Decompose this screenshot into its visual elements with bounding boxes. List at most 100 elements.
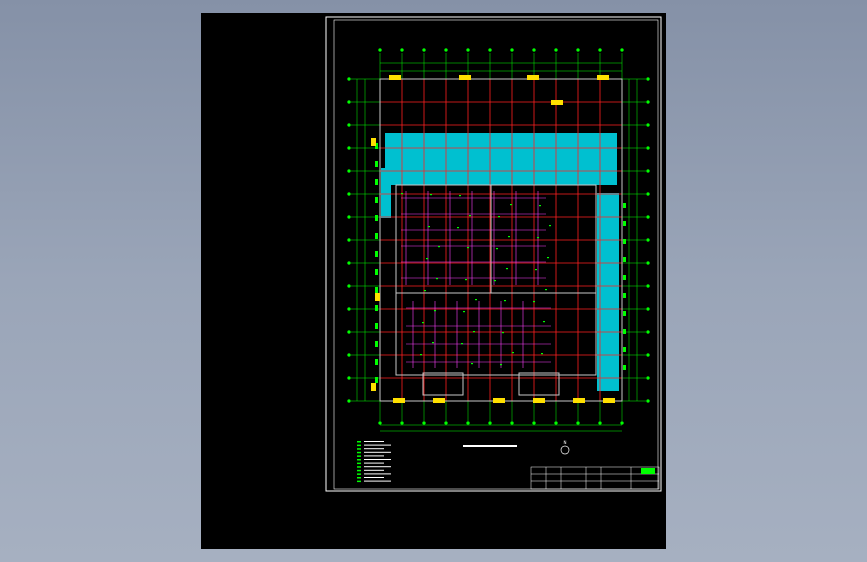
detail-mark <box>461 343 463 345</box>
axis-bubble <box>347 307 351 311</box>
detail-mark <box>545 289 547 291</box>
detail-mark <box>475 299 477 301</box>
side-mark <box>375 269 378 275</box>
yellow-marker <box>393 398 405 403</box>
axis-bubble <box>466 48 470 52</box>
detail-mark <box>510 204 512 206</box>
axis-bubble <box>347 169 351 173</box>
yellow-marker <box>371 383 376 391</box>
detail-mark <box>467 247 469 249</box>
axis-bubble <box>532 421 536 425</box>
yellow-marker <box>493 398 505 403</box>
axis-bubble <box>646 353 650 357</box>
legend-text-line <box>364 477 384 478</box>
detail-mark <box>533 301 535 303</box>
pipe-network <box>401 191 551 368</box>
legend-text-line <box>364 455 384 457</box>
axis-bubble <box>598 421 602 425</box>
axis-bubble <box>347 399 351 403</box>
yellow-marker <box>533 398 545 403</box>
axis-bubble <box>378 421 382 425</box>
detail-mark <box>547 257 549 259</box>
detail-mark <box>436 278 438 280</box>
side-mark <box>623 293 626 298</box>
legend-swatch <box>357 444 361 447</box>
axis-bubble <box>444 48 448 52</box>
legend-swatch <box>357 451 361 454</box>
axis-bubble <box>422 48 426 52</box>
legend-text-line <box>364 466 391 468</box>
yellow-marker <box>527 75 539 80</box>
detail-mark <box>434 310 436 312</box>
axis-bubble <box>510 421 514 425</box>
axis-bubble <box>347 238 351 242</box>
detail-mark <box>424 290 426 292</box>
detail-mark <box>541 353 543 355</box>
legend-swatch <box>357 448 361 450</box>
detail-mark <box>465 279 467 281</box>
side-mark <box>375 233 378 239</box>
side-mark <box>375 323 378 329</box>
axis-bubble <box>422 421 426 425</box>
yellow-marker <box>375 293 380 301</box>
side-mark <box>623 203 626 208</box>
legend-swatch <box>357 473 361 475</box>
detail-mark <box>401 193 403 195</box>
side-mark <box>375 287 378 293</box>
legend-swatch <box>357 480 361 483</box>
axis-bubble <box>646 77 650 81</box>
axis-bubble <box>620 48 624 52</box>
legend-swatch <box>357 477 361 479</box>
detail-mark <box>428 226 430 228</box>
cad-viewport[interactable]: N <box>201 13 666 549</box>
axis-bubble <box>347 192 351 196</box>
detail-mark <box>504 300 506 302</box>
detail-mark <box>496 248 498 250</box>
yellow-marker <box>603 398 615 403</box>
detail-mark <box>494 280 496 282</box>
detail-mark <box>473 331 475 333</box>
axis-bubble <box>510 48 514 52</box>
side-mark <box>375 305 378 311</box>
axis-bubble <box>646 399 650 403</box>
axis-bubble <box>620 421 624 425</box>
legend-text-line <box>364 444 391 446</box>
north-marker-icon <box>560 445 570 455</box>
axis-bubble <box>347 215 351 219</box>
side-mark <box>375 179 378 185</box>
legend-text-line <box>364 480 391 482</box>
axis-bubble <box>646 215 650 219</box>
axis-bubble <box>646 100 650 104</box>
legend-swatch <box>357 459 361 461</box>
legend-text-line <box>364 473 391 475</box>
side-mark <box>623 311 626 316</box>
side-mark <box>623 239 626 244</box>
yellow-marker <box>433 398 445 403</box>
yellow-marker <box>597 75 609 80</box>
detail-mark <box>537 237 539 239</box>
detail-mark <box>469 215 471 217</box>
detail-mark <box>498 216 500 218</box>
axis-bubble <box>532 48 536 52</box>
detail-mark <box>457 227 459 229</box>
yellow-marker <box>551 100 563 105</box>
legend-swatch <box>357 466 361 468</box>
north-marker-label: N <box>564 440 567 445</box>
axis-bubble <box>646 123 650 127</box>
axis-bubble <box>646 238 650 242</box>
floor-plan-drawing: N <box>325 16 662 492</box>
side-mark <box>623 365 626 370</box>
axis-bubble <box>347 261 351 265</box>
side-mark <box>623 347 626 352</box>
detail-mark <box>459 195 461 197</box>
cyan-zone-north <box>385 133 617 185</box>
side-mark <box>375 161 378 167</box>
legend-text-line <box>364 451 391 453</box>
axis-bubble <box>646 192 650 196</box>
axis-bubble <box>400 48 404 52</box>
plan-title-underline <box>463 445 517 447</box>
axis-bubble <box>347 100 351 104</box>
detail-mark <box>438 246 440 248</box>
detail-mark <box>512 352 514 354</box>
axis-bubble <box>466 421 470 425</box>
